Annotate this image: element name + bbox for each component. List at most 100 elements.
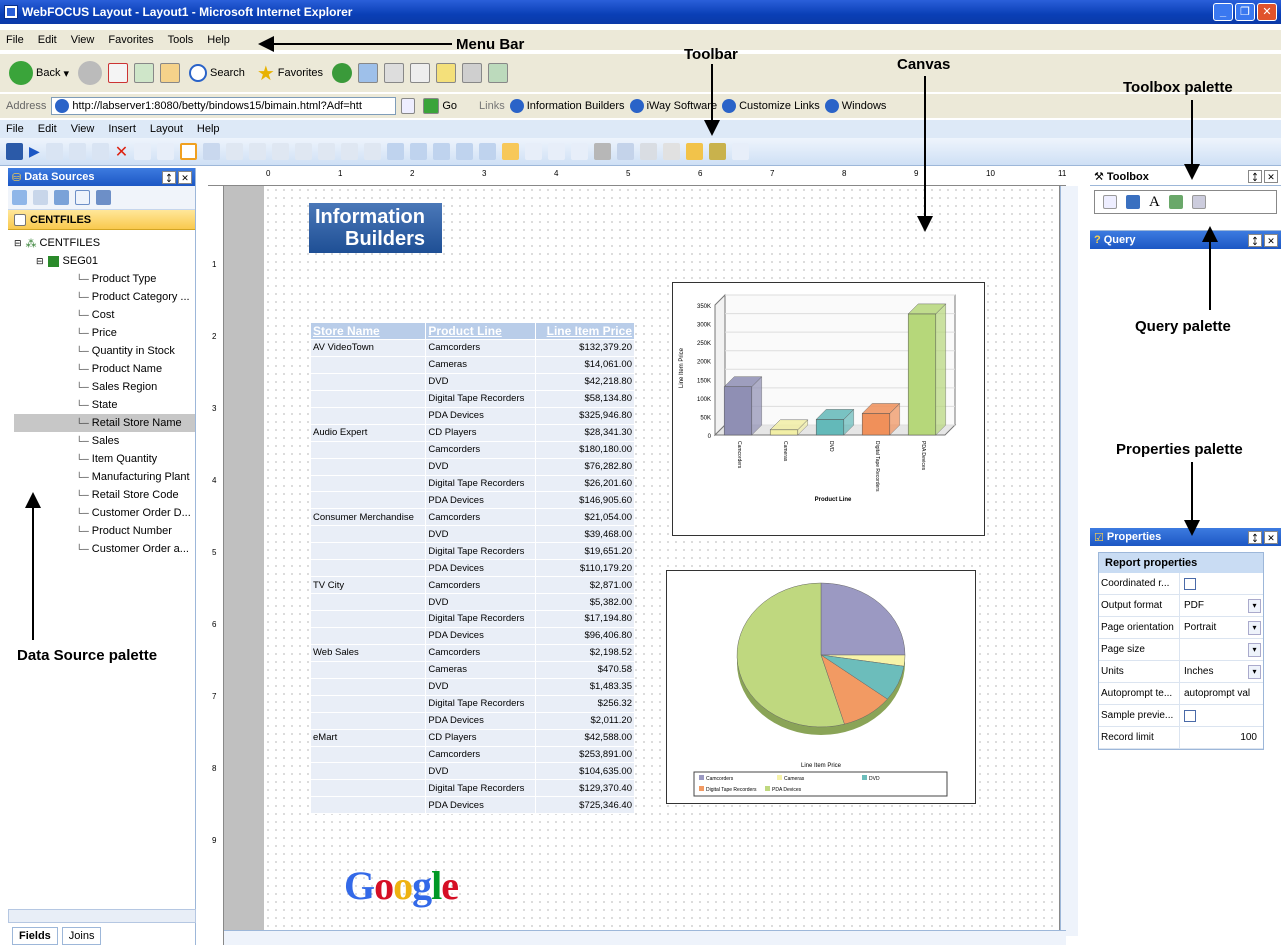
preview-icon[interactable] (732, 143, 750, 160)
paste-icon[interactable] (91, 143, 109, 160)
horizontal-scrollbar[interactable] (8, 909, 196, 923)
forward-icon[interactable] (78, 61, 102, 85)
tree-segment[interactable]: ⊟ SEG01 (14, 252, 195, 270)
close-button[interactable]: ✕ (1257, 3, 1277, 21)
ie-menu-help[interactable]: Help (207, 34, 230, 46)
print-icon[interactable] (384, 63, 405, 83)
delete-icon[interactable]: ✕ (115, 142, 128, 162)
close-icon[interactable]: ✕ (1264, 233, 1278, 247)
app-menu-layout[interactable]: Layout (150, 123, 183, 135)
app-menu-edit[interactable]: Edit (38, 123, 57, 135)
field-item[interactable]: Cost (14, 306, 195, 324)
spacing-v-icon[interactable] (548, 143, 566, 160)
property-value[interactable]: 100 (1179, 727, 1263, 748)
app-menu-help[interactable]: Help (197, 123, 220, 135)
app-menu-view[interactable]: View (71, 123, 95, 135)
ie-menu-tools[interactable]: Tools (168, 34, 194, 46)
minimize-button[interactable]: _ (1213, 3, 1233, 21)
property-value[interactable]: Inches ▾ (1179, 661, 1263, 682)
pin-icon[interactable]: ᛨ (1248, 530, 1262, 544)
select-icon[interactable] (180, 143, 198, 160)
research-icon[interactable] (462, 63, 483, 83)
field-item[interactable]: Product Number (14, 522, 195, 540)
mail-icon[interactable] (358, 63, 379, 83)
distribute-v-icon[interactable] (341, 143, 359, 160)
report-table[interactable]: Store Name Product Line Line Item Price … (309, 322, 635, 815)
align-right-icon[interactable] (272, 143, 290, 160)
align-top-icon[interactable] (249, 143, 267, 160)
properties-icon[interactable] (617, 143, 635, 160)
distribute-h-icon[interactable] (318, 143, 336, 160)
ie-menu-favorites[interactable]: Favorites (108, 34, 153, 46)
grid-icon[interactable] (364, 143, 382, 160)
field-item[interactable]: Product Name (14, 360, 195, 378)
spacing-icon[interactable] (525, 143, 543, 160)
stop-icon[interactable] (108, 63, 128, 83)
tab-fields[interactable]: Fields (12, 927, 58, 945)
field-item[interactable]: Product Category ... (14, 288, 195, 306)
ie-menu-edit[interactable]: Edit (38, 34, 57, 46)
wizard-icon[interactable] (571, 143, 589, 160)
align-bottom-icon[interactable] (295, 143, 313, 160)
copy-icon[interactable] (68, 143, 86, 160)
filter-fields-icon[interactable] (54, 190, 69, 205)
history-icon[interactable] (332, 63, 353, 83)
favorites-button[interactable]: ★ Favorites (254, 58, 326, 88)
tree-root[interactable]: ⊟ ⁂ CENTFILES (14, 234, 195, 252)
move-icon[interactable] (479, 143, 497, 160)
bar-chart[interactable]: 0 50K 100K 150K 200K 250K 300K 350K Camcorders Ca… (672, 282, 985, 536)
close-icon[interactable]: ✕ (178, 170, 192, 184)
pie-chart[interactable]: Line Item Price Camcorders Cameras DVD Digit… (666, 570, 976, 804)
run-icon[interactable]: ▶ (29, 143, 40, 160)
search-button[interactable]: Search (186, 58, 248, 88)
go-button[interactable]: Go (420, 96, 460, 116)
link-customize-links[interactable]: Customize Links (722, 99, 820, 113)
report-tool-icon[interactable] (1103, 195, 1117, 209)
collapse-icon[interactable]: ⊟ (14, 238, 22, 249)
cut-icon[interactable] (45, 143, 63, 160)
field-item[interactable]: Item Quantity (14, 450, 195, 468)
line-tool-icon[interactable] (1191, 195, 1206, 209)
undo-icon[interactable] (134, 143, 152, 160)
same-size-icon[interactable] (433, 143, 451, 160)
pin-icon[interactable]: ᛨ (1248, 233, 1262, 247)
field-item[interactable]: Customer Order a... (14, 540, 195, 558)
ie-menu-file[interactable]: File (6, 34, 24, 46)
text-tool-icon[interactable]: A (1149, 194, 1160, 211)
resize-icon[interactable] (456, 143, 474, 160)
discuss-icon[interactable] (436, 63, 457, 83)
app-menu-file[interactable]: File (6, 123, 24, 135)
pin-icon[interactable]: ᛨ (162, 170, 176, 184)
tab-joins[interactable]: Joins (61, 927, 102, 945)
image-tool-icon[interactable] (1168, 195, 1183, 209)
back-button[interactable]: Back ▾ (6, 58, 72, 88)
align-left-icon[interactable] (226, 143, 244, 160)
remove-source-icon[interactable] (33, 190, 48, 205)
address-dropdown-icon[interactable] (401, 98, 416, 114)
canvas-vertical-scrollbar[interactable] (1060, 186, 1078, 936)
format-icon[interactable] (203, 143, 221, 160)
collapse-icon[interactable]: ⊟ (36, 256, 44, 267)
link-iway-software[interactable]: iWay Software (629, 99, 717, 113)
address-input[interactable]: http://labserver1:8080/betty/bindows15/b… (51, 97, 397, 115)
google-logo[interactable]: Google (344, 862, 459, 909)
field-item[interactable]: State (14, 396, 195, 414)
property-value[interactable]: autoprompt val (1179, 683, 1263, 704)
parameters-icon[interactable] (686, 143, 704, 160)
same-width-icon[interactable] (387, 143, 405, 160)
property-value[interactable]: ▾ (1179, 639, 1263, 660)
field-item[interactable]: Manufacturing Plant (14, 468, 195, 486)
tree-view-icon[interactable] (75, 190, 90, 205)
sort-icon[interactable] (96, 190, 111, 205)
snap-grid-icon[interactable] (502, 143, 520, 160)
field-item[interactable]: Customer Order D... (14, 504, 195, 522)
property-value[interactable] (1179, 573, 1263, 594)
same-height-icon[interactable] (410, 143, 428, 160)
property-value[interactable]: PDF ▾ (1179, 595, 1263, 616)
field-item[interactable]: Quantity in Stock (14, 342, 195, 360)
property-value[interactable]: Portrait ▾ (1179, 617, 1263, 638)
themes-icon[interactable] (709, 143, 727, 160)
app-menu-insert[interactable]: Insert (108, 123, 136, 135)
chevron-down-icon[interactable]: ▾ (1248, 599, 1261, 613)
canvas-horizontal-scrollbar[interactable] (224, 930, 1066, 945)
